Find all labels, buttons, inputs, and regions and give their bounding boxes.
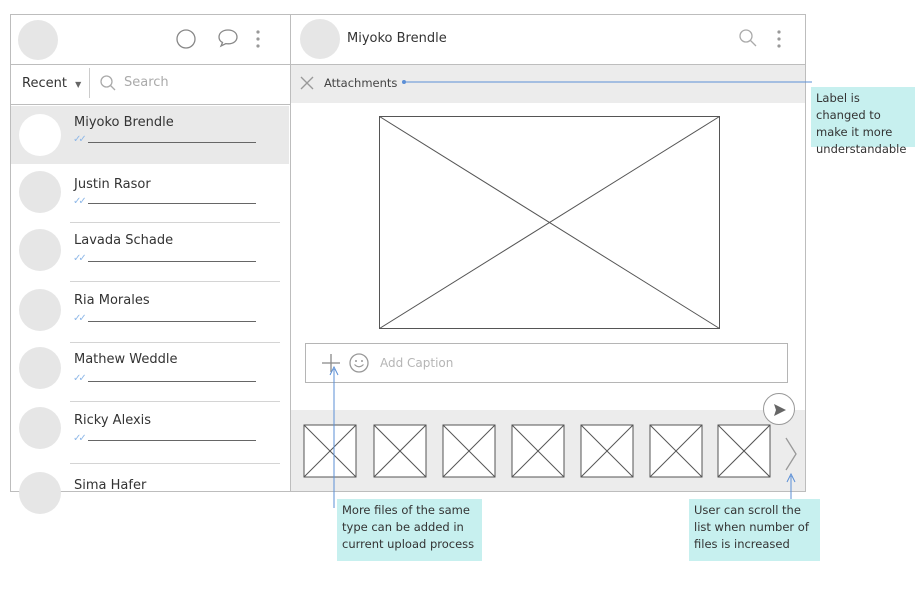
- annotation-add-files-note: More files of the same type can be added…: [337, 499, 482, 561]
- label-note-connector-dot: [402, 80, 406, 84]
- annotation-scroll-note: User can scroll the list when number of …: [689, 499, 820, 561]
- annotation-label-note: Label is changed to make it more underst…: [811, 87, 915, 156]
